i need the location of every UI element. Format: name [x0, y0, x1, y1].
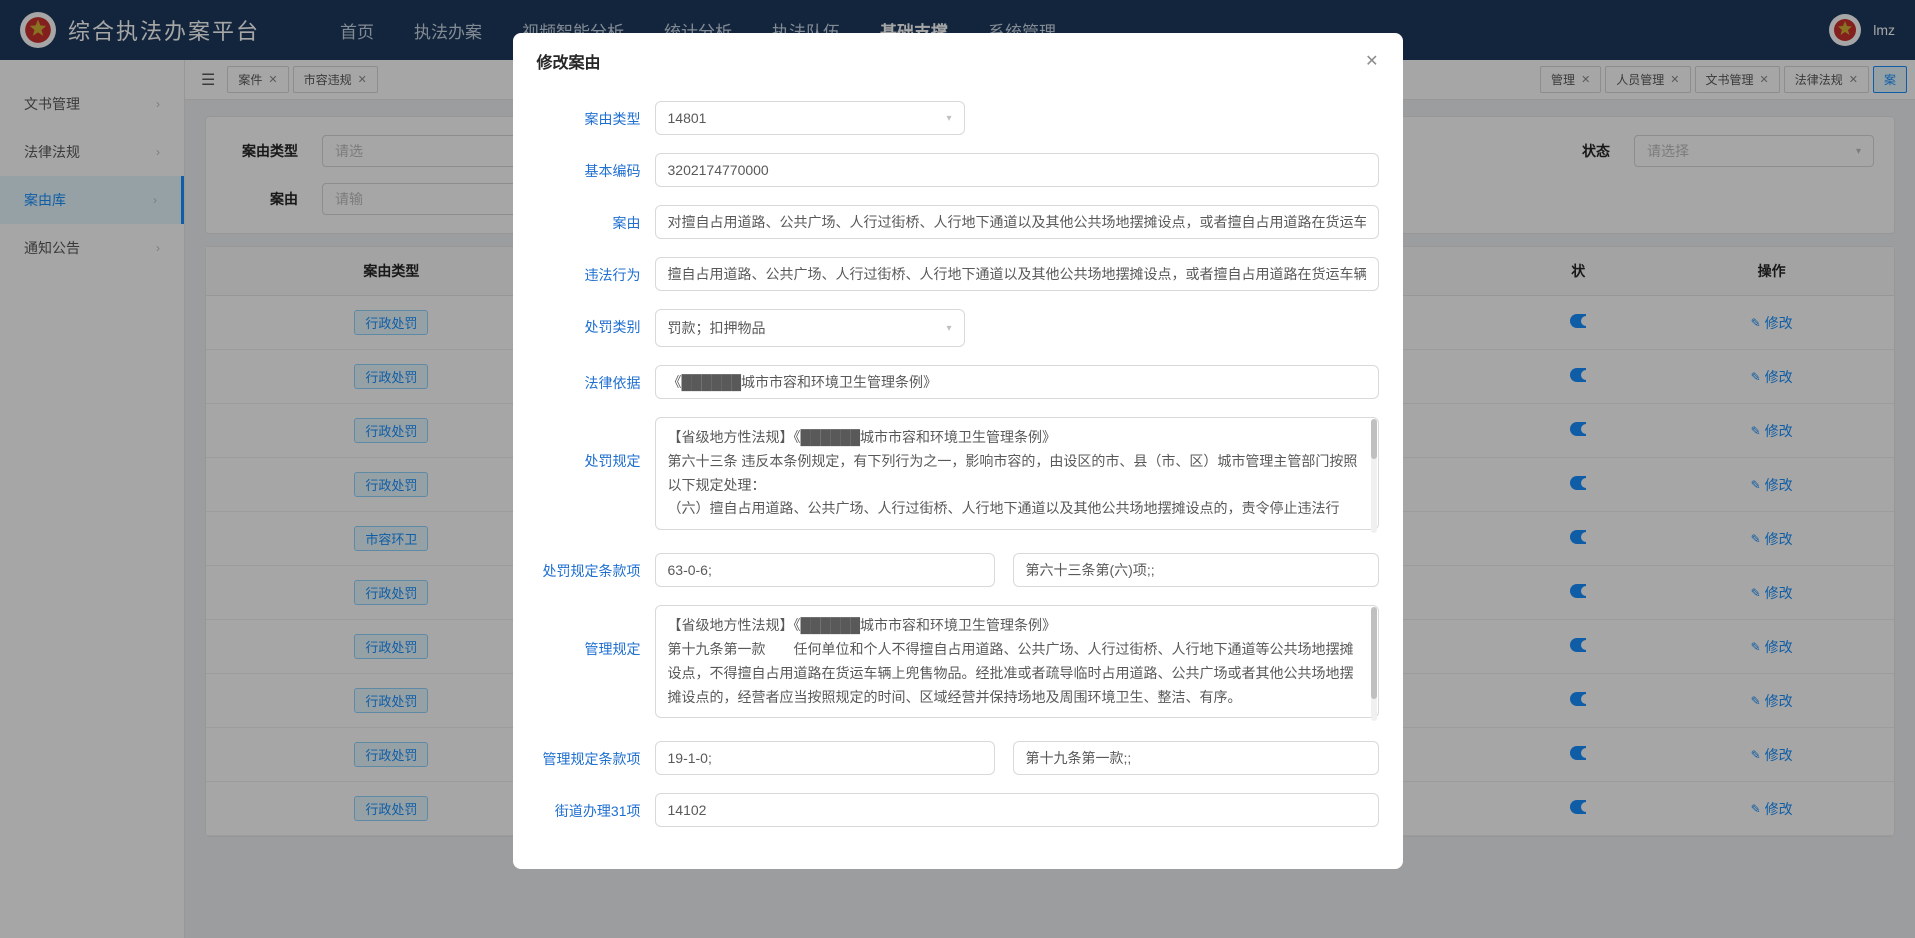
field-mgmt-rule-label: 管理规定 [537, 605, 655, 659]
chevron-down-icon: ▾ [946, 113, 951, 124]
modal-title: 修改案由 [537, 49, 601, 73]
field-illegal-label: 违法行为 [537, 257, 655, 285]
field-cause-input[interactable] [655, 205, 1379, 239]
close-icon[interactable]: ✕ [1365, 51, 1378, 71]
modal: 修改案由 ✕ 案由类型 14801▾ 基本编码 案由 违法行为 处罚类别 罚 [513, 33, 1403, 869]
field-code-input[interactable] [655, 153, 1379, 187]
field-mgmt-clause-text[interactable] [1013, 741, 1379, 775]
field-penalty-rule-label: 处罚规定 [537, 417, 655, 471]
field-mgmt-clause-code[interactable] [655, 741, 995, 775]
field-penalty-clause-label: 处罚规定条款项 [537, 553, 655, 581]
scrollbar[interactable] [1371, 419, 1377, 533]
field-type-select[interactable]: 14801▾ [655, 101, 965, 135]
field-street-label: 街道办理31项 [537, 793, 655, 821]
scrollbar[interactable] [1371, 607, 1377, 721]
field-penalty-type-label: 处罚类别 [537, 309, 655, 337]
field-mgmt-clause-label: 管理规定条款项 [537, 741, 655, 769]
field-illegal-input[interactable] [655, 257, 1379, 291]
modal-mask[interactable]: 修改案由 ✕ 案由类型 14801▾ 基本编码 案由 违法行为 处罚类别 罚 [0, 0, 1915, 938]
field-penalty-rule-textarea[interactable] [655, 417, 1379, 530]
field-cause-label: 案由 [537, 205, 655, 233]
field-law-input[interactable] [655, 365, 1379, 399]
field-law-label: 法律依据 [537, 365, 655, 393]
field-penalty-clause-text[interactable] [1013, 553, 1379, 587]
field-street-select[interactable]: 14102 [655, 793, 1379, 827]
field-type-label: 案由类型 [537, 101, 655, 129]
field-code-label: 基本编码 [537, 153, 655, 181]
field-penalty-type-select[interactable]: 罚款；扣押物品▾ [655, 309, 965, 347]
field-mgmt-rule-textarea[interactable] [655, 605, 1379, 718]
field-penalty-clause-code[interactable] [655, 553, 995, 587]
chevron-down-icon: ▾ [946, 323, 951, 334]
